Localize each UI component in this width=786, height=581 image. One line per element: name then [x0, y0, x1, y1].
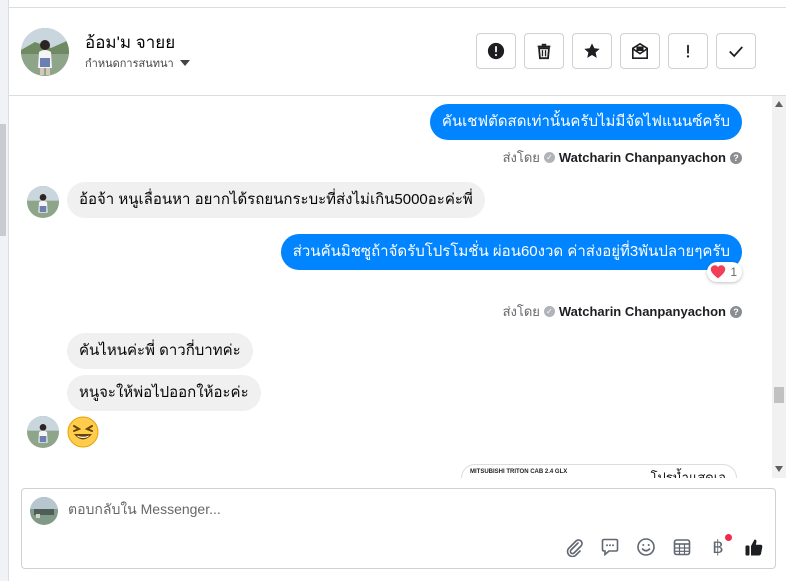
contact-name[interactable]: อ้อม'ม จายย [85, 29, 175, 56]
heart-icon [711, 265, 726, 279]
calendar-grid-icon [673, 539, 691, 556]
exclamation-icon [686, 44, 690, 58]
done-button[interactable] [716, 33, 756, 69]
contact-avatar-small[interactable] [27, 416, 59, 448]
check-circle-icon: ✓ [543, 152, 555, 163]
message-outgoing[interactable]: คันเชฟตัดสดเท่านั้นครับไม่มีจัดไฟแนนซ์คร… [429, 104, 742, 140]
like-button[interactable] [743, 536, 765, 558]
thread-scrollbar[interactable] [772, 96, 786, 478]
alert-circle-icon [487, 42, 505, 60]
sent-by-row: ส่งโดย ✓ Watcharin Chanpanyachon ? [503, 301, 742, 322]
star-icon [584, 43, 600, 58]
left-panel-edge [0, 0, 9, 581]
left-scrollbar-thumb[interactable] [0, 124, 6, 236]
page-avatar [30, 497, 58, 525]
star-button[interactable] [572, 33, 612, 69]
appointment-button[interactable] [671, 536, 693, 558]
follow-up-button[interactable] [668, 33, 708, 69]
sent-by-row: ส่งโดย ✓ Watcharin Chanpanyachon ? [503, 147, 742, 168]
report-button[interactable] [476, 33, 516, 69]
contact-avatar[interactable] [21, 28, 69, 76]
attachment-caption: MITSUBISHI TRITON CAB 2.4 GLX [470, 469, 568, 475]
assign-conversation-dropdown[interactable]: กำหนดการสนทนา [85, 54, 190, 72]
check-circle-icon: ✓ [543, 306, 555, 317]
help-icon[interactable]: ? [730, 305, 742, 318]
saved-replies-button[interactable] [599, 536, 621, 558]
conversation-header: อ้อม'ม จายย กำหนดการสนทนา [9, 8, 786, 96]
thumbs-up-icon [745, 539, 763, 556]
composer-tools: ฿ [563, 534, 765, 558]
laughing-face-icon[interactable] [67, 416, 99, 448]
image-attachment[interactable]: MITSUBISHI TRITON CAB 2.4 GLX โปรน้ำแสดเ… [461, 464, 737, 478]
top-border [9, 0, 786, 8]
baht-icon: ฿ [712, 536, 724, 558]
header-actions [476, 33, 756, 69]
check-icon [729, 46, 743, 58]
payment-button[interactable]: ฿ [707, 534, 732, 558]
chat-bubble-icon [601, 538, 619, 557]
attachment-text: โปรน้ำแสดเอ [650, 470, 726, 478]
reaction-count: 1 [730, 265, 737, 279]
sender-name[interactable]: Watcharin Chanpanyachon [559, 150, 726, 165]
envelope-icon [631, 42, 649, 60]
notification-dot [725, 534, 732, 541]
scroll-down-icon[interactable] [775, 466, 783, 472]
message-incoming[interactable]: คันไหนค่ะพี่ ดาวกี่บาทค่ะ [67, 333, 253, 369]
reply-input[interactable] [68, 501, 668, 517]
attach-button[interactable] [563, 536, 585, 558]
paperclip-icon [566, 539, 583, 557]
sent-by-label: ส่งโดย [502, 150, 540, 165]
message-incoming[interactable]: อ้อจ้า หนูเลื่อนหา อยากได้รถยนกระบะที่ส่… [67, 182, 485, 218]
smiley-icon [637, 538, 655, 556]
sent-by-label: ส่งโดย [502, 304, 540, 319]
assign-label: กำหนดการสนทนา [85, 58, 174, 70]
scrollbar-thumb[interactable] [774, 387, 784, 403]
caret-down-icon [179, 60, 190, 66]
message-incoming[interactable]: หนูจะให้พ่อไปออกให้อะค่ะ [67, 375, 261, 411]
reply-composer: ฿ [21, 488, 776, 569]
message-outgoing[interactable]: ส่วนคันมิชซูถ้าจัดรับโปรโมชั่น ผ่อน60งวด… [280, 234, 742, 270]
mark-unread-button[interactable] [620, 33, 660, 69]
message-thread[interactable]: คันเชฟตัดสดเท่านั้นครับไม่มีจัดไฟแนนซ์คร… [9, 96, 772, 478]
sender-name[interactable]: Watcharin Chanpanyachon [559, 304, 726, 319]
trash-icon [537, 43, 551, 60]
help-icon[interactable]: ? [730, 151, 742, 164]
emoji-button[interactable] [635, 536, 657, 558]
contact-avatar-small[interactable] [27, 186, 59, 218]
reaction-badge[interactable]: 1 [707, 262, 742, 282]
scroll-up-icon[interactable] [775, 101, 783, 107]
delete-button[interactable] [524, 33, 564, 69]
